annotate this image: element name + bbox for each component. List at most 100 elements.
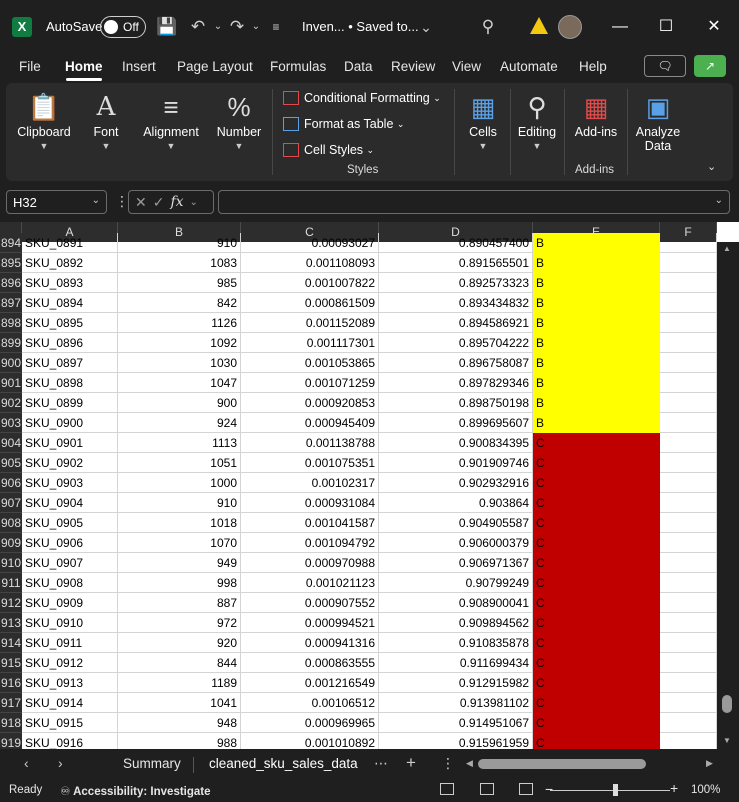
cell-cumulative-share[interactable]: 0.903864 [379,493,533,513]
cell-empty[interactable] [660,373,717,393]
conditional-formatting-button[interactable]: Conditional Formatting ⌄ [283,91,441,105]
cell-empty[interactable] [660,253,717,273]
cell-units[interactable]: 1051 [118,453,241,473]
cell-sku[interactable]: SKU_0900 [22,413,118,433]
vertical-scroll-thumb[interactable] [722,695,732,713]
cell-sku[interactable]: SKU_0914 [22,693,118,713]
row-number[interactable]: 919 [0,733,22,749]
cell-cumulative-share[interactable]: 0.913981102 [379,693,533,713]
add-sheet-icon[interactable]: + [406,753,416,773]
cancel-icon[interactable]: ✕ [135,194,147,211]
cell-sku[interactable]: SKU_0911 [22,633,118,653]
page-break-view-icon[interactable] [519,783,533,795]
cell-empty[interactable] [660,713,717,733]
cell-sku[interactable]: SKU_0908 [22,573,118,593]
tab-review[interactable]: Review [391,59,435,74]
cell-share[interactable]: 0.000941316 [241,633,379,653]
cell-cumulative-share[interactable]: 0.909894562 [379,613,533,633]
cell-cumulative-share[interactable]: 0.915961959 [379,733,533,749]
tab-view[interactable]: View [452,59,481,74]
cell-units[interactable]: 842 [118,293,241,313]
cell-sku[interactable]: SKU_0902 [22,453,118,473]
cell-units[interactable]: 948 [118,713,241,733]
sheet-tab-summary[interactable]: Summary [123,756,181,771]
cell-units[interactable]: 844 [118,653,241,673]
minimize-button[interactable]: — [605,14,635,40]
cell-sku[interactable]: SKU_0901 [22,433,118,453]
cell-sku[interactable]: SKU_0894 [22,293,118,313]
cell-abc-class[interactable]: C [533,733,660,749]
cell-cumulative-share[interactable]: 0.914951067 [379,713,533,733]
number-button[interactable]: % Number ▼ [212,89,266,151]
cell-empty[interactable] [660,433,717,453]
user-avatar[interactable] [558,15,582,39]
cell-abc-class[interactable]: B [533,393,660,413]
cell-units[interactable]: 998 [118,573,241,593]
cell-empty[interactable] [660,353,717,373]
cell-cumulative-share[interactable]: 0.912915982 [379,673,533,693]
cell-empty[interactable] [660,513,717,533]
cell-empty[interactable] [660,293,717,313]
cell-empty[interactable] [660,613,717,633]
cell-units[interactable]: 1070 [118,533,241,553]
cell-abc-class[interactable]: C [533,613,660,633]
cell-cumulative-share[interactable]: 0.892573323 [379,273,533,293]
cell-sku[interactable]: SKU_0896 [22,333,118,353]
ribbon-collapse-chevron-icon[interactable]: ⌄ [707,160,716,173]
sheet-tab-cleaned-sku-sales-data[interactable]: cleaned_sku_sales_data [209,756,358,771]
cell-units[interactable]: 924 [118,413,241,433]
cell-abc-class[interactable]: B [533,233,660,253]
cell-abc-class[interactable]: C [533,453,660,473]
row-number[interactable]: 902 [0,393,22,413]
row-number[interactable]: 897 [0,293,22,313]
save-icon[interactable]: 💾 [155,14,179,40]
cell-empty[interactable] [660,273,717,293]
accessibility-status[interactable]: ♾ Accessibility: Investigate [60,784,211,798]
cell-sku[interactable]: SKU_0907 [22,553,118,573]
cell-share[interactable]: 0.001007822 [241,273,379,293]
row-number[interactable]: 903 [0,413,22,433]
zoom-in-icon[interactable]: + [670,780,678,796]
cell-sku[interactable]: SKU_0913 [22,673,118,693]
cell-sku[interactable]: SKU_0906 [22,533,118,553]
scroll-right-icon[interactable]: ▶ [706,758,713,769]
cell-empty[interactable] [660,673,717,693]
cell-cumulative-share[interactable]: 0.90799249 [379,573,533,593]
tab-data[interactable]: Data [344,59,373,74]
cell-sku[interactable]: SKU_0904 [22,493,118,513]
autosave-toggle[interactable]: Off [100,16,146,38]
cell-cumulative-share[interactable]: 0.894586921 [379,313,533,333]
tab-home[interactable]: Home [65,59,103,74]
cell-sku[interactable]: SKU_0909 [22,593,118,613]
cell-share[interactable]: 0.001021123 [241,573,379,593]
cell-share[interactable]: 0.000861509 [241,293,379,313]
row-number[interactable]: 901 [0,373,22,393]
zoom-level[interactable]: 100% [691,784,720,796]
row-number[interactable]: 898 [0,313,22,333]
tab-formulas[interactable]: Formulas [270,59,326,74]
comments-button[interactable]: 🗨 [644,55,686,77]
cell-cumulative-share[interactable]: 0.898750198 [379,393,533,413]
cell-share[interactable]: 0.000969965 [241,713,379,733]
normal-view-icon[interactable] [440,783,454,795]
cell-abc-class[interactable]: C [533,513,660,533]
name-box[interactable]: H32 ⌄ [6,190,107,214]
cell-units[interactable]: 1000 [118,473,241,493]
cell-cumulative-share[interactable]: 0.902932916 [379,473,533,493]
cell-abc-class[interactable]: C [533,493,660,513]
format-as-table-button[interactable]: Format as Table ⌄ [283,117,404,131]
cell-sku[interactable]: SKU_0893 [22,273,118,293]
row-number[interactable]: 913 [0,613,22,633]
cell-share[interactable]: 0.001216549 [241,673,379,693]
enter-icon[interactable]: ✓ [153,194,165,211]
cell-share[interactable]: 0.000931084 [241,493,379,513]
cell-empty[interactable] [660,313,717,333]
cell-share[interactable]: 0.00102317 [241,473,379,493]
cell-sku[interactable]: SKU_0916 [22,733,118,749]
cell-abc-class[interactable]: C [533,473,660,493]
row-number[interactable]: 895 [0,253,22,273]
cell-cumulative-share[interactable]: 0.890457400 [379,233,533,253]
cell-cumulative-share[interactable]: 0.901909746 [379,453,533,473]
scroll-left-icon[interactable]: ◀ [466,758,473,769]
row-number[interactable]: 904 [0,433,22,453]
